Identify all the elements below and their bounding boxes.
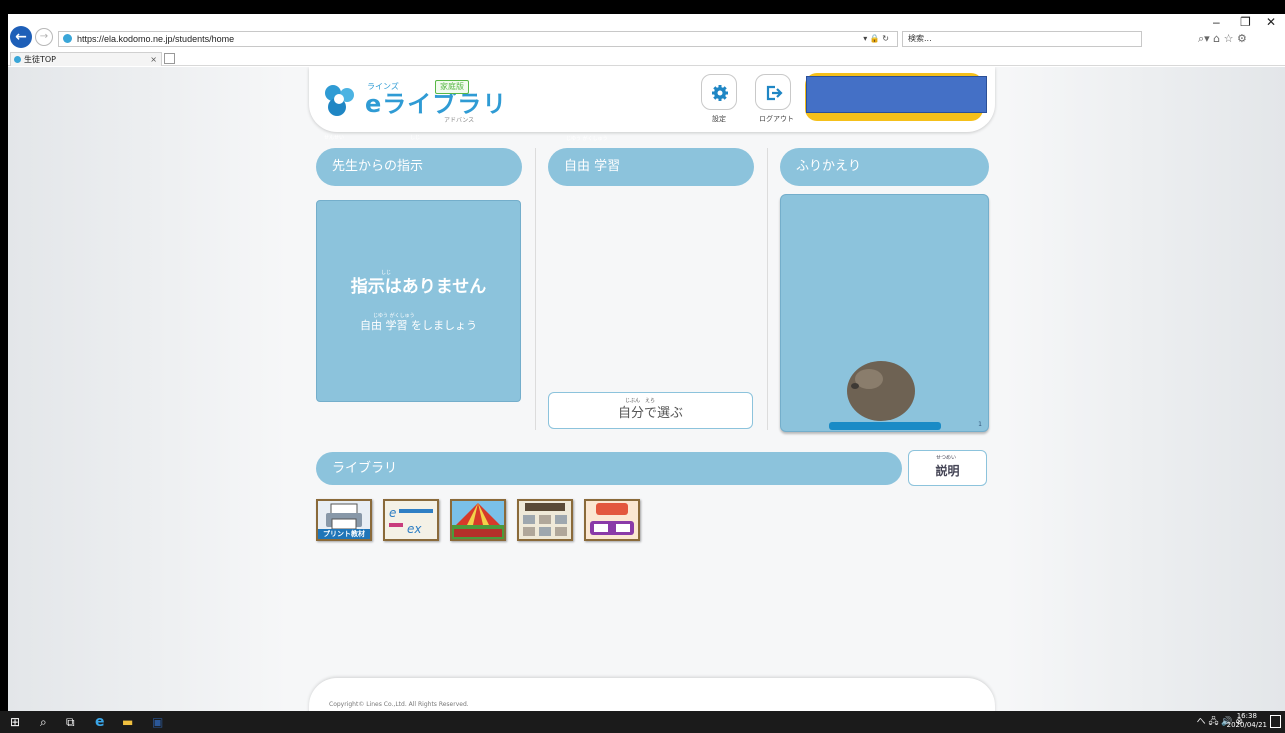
column-divider xyxy=(767,148,768,430)
svg-text:e: e xyxy=(389,506,396,520)
settings-label: 設定 xyxy=(712,115,726,123)
back-button[interactable]: ← xyxy=(10,26,32,48)
free-study-header: じゆう がくしゅう 自由 学習 xyxy=(548,136,754,186)
free-study-title: 自由 学習 xyxy=(564,159,621,174)
tab-strip: 生徒TOP × xyxy=(8,52,1285,66)
logo-subtitle: アドバンス xyxy=(444,117,475,124)
review-header: ふりかえり xyxy=(780,148,989,186)
search-placeholder: 検索... xyxy=(908,34,932,43)
url-input[interactable]: https://ela.kodomo.ne.jp/students/home ▾… xyxy=(58,31,898,47)
browser-window: ← → https://ela.kodomo.ne.jp/students/ho… xyxy=(8,14,1285,711)
library-print-materials[interactable]: プリント教材 xyxy=(316,499,372,541)
toolbar-icons[interactable]: ⌕▾ ⌂ ☆ ⚙ xyxy=(1198,32,1247,46)
free-study-ruby: じゆう がくしゅう xyxy=(566,136,608,142)
print-materials-label: プリント教材 xyxy=(318,529,370,539)
explain-ruby: せつめい xyxy=(936,455,957,461)
site-favicon-icon xyxy=(63,34,72,43)
clock-time: 16:38 xyxy=(1236,712,1257,720)
close-button[interactable]: ✕ xyxy=(1266,14,1276,30)
choose-button-label: 自分で選ぶ xyxy=(617,406,683,421)
printer-icon xyxy=(326,503,362,530)
library-e-library-handwriting[interactable]: e ex xyxy=(383,499,439,541)
notice-sub-text: 自由 学習 をしましょう xyxy=(360,319,477,332)
library-english-conversation[interactable] xyxy=(517,499,573,541)
library-supermarket-town[interactable] xyxy=(450,499,506,541)
gear-icon xyxy=(712,85,728,101)
circus-tent-icon xyxy=(452,503,504,539)
tab-close-icon[interactable]: × xyxy=(150,53,157,66)
word-icon[interactable]: ▣ xyxy=(152,714,163,730)
site-header: ラインズ eライブラリ 家庭版 アドバンス 設定 ログアウト xyxy=(309,67,995,132)
handwriting-logo-icon: e ex xyxy=(389,506,433,536)
clock[interactable]: 16:38 2020/04/21 xyxy=(1227,712,1267,730)
tab-favicon-icon xyxy=(14,56,21,63)
tab-label: 生徒TOP xyxy=(24,55,57,64)
file-explorer-icon[interactable]: ▬ xyxy=(122,714,133,730)
desktop-screen: ← → https://ela.kodomo.ne.jp/students/ho… xyxy=(0,0,1285,733)
new-tab-button[interactable] xyxy=(164,53,175,64)
choose-yourself-button[interactable]: じぶん えら 自分で選ぶ xyxy=(548,392,753,429)
logout-label: ログアウト xyxy=(759,115,794,123)
no-instructions-card: しじ 指示はありません じゆう がくしゅう 自由 学習 をしましょう xyxy=(316,200,521,402)
choose-button-ruby: じぶん えら xyxy=(625,398,656,404)
search-input[interactable]: 検索... xyxy=(902,31,1142,47)
address-bar-area: ← → https://ela.kodomo.ne.jp/students/ho… xyxy=(8,14,1285,52)
page-content: ラインズ eライブラリ 家庭版 アドバンス 設定 ログアウト せんせい しじ 先… xyxy=(8,67,1285,711)
instructions-title: 先生からの指示 xyxy=(332,159,424,174)
internet-explorer-icon[interactable]: e xyxy=(95,714,105,730)
forward-button[interactable]: → xyxy=(35,28,53,46)
kiwi-character-icon xyxy=(829,361,941,430)
copyright-text: Copyright© Lines Co.,Ltd. All Rights Res… xyxy=(329,701,469,708)
restore-button[interactable]: ❐ xyxy=(1240,14,1251,30)
start-icon[interactable]: ⊞ xyxy=(10,714,20,730)
edition-badge: 家庭版 xyxy=(435,80,469,94)
instructions-ruby-1: せんせい xyxy=(324,135,345,141)
settings-button[interactable] xyxy=(701,74,737,110)
redacted-user-name xyxy=(806,76,987,113)
task-view-icon[interactable]: ⧉ xyxy=(66,714,75,730)
explain-button[interactable]: せつめい 説明 xyxy=(908,450,987,486)
instructions-header: せんせい しじ 先生からの指示 xyxy=(316,135,522,186)
notice-sub-ruby: じゆう がくしゅう xyxy=(373,313,415,319)
clock-date: 2020/04/21 xyxy=(1226,721,1267,729)
library-header: ライブラリ xyxy=(316,452,902,485)
logout-icon xyxy=(766,85,783,101)
lock-refresh-icons[interactable]: ▾ 🔒 ↻ xyxy=(863,33,889,45)
review-page-number: 1 xyxy=(978,421,982,428)
minimize-button[interactable]: – xyxy=(1213,14,1220,30)
notice-main-text: 指示はありません xyxy=(350,277,487,297)
site-footer: Copyright© Lines Co.,Ltd. All Rights Res… xyxy=(309,678,995,711)
logo-mark-icon xyxy=(325,85,354,116)
library-title: ライブラリ xyxy=(332,461,398,476)
notice-main-ruby: しじ xyxy=(381,270,392,276)
english-conversation-icon xyxy=(523,503,567,536)
svg-text:ex: ex xyxy=(407,522,422,536)
url-text: https://ela.kodomo.ne.jp/students/home xyxy=(77,34,235,44)
library-iroiro-card[interactable] xyxy=(584,499,640,541)
iroiro-card-icon xyxy=(590,503,634,535)
explain-label: 説明 xyxy=(935,464,960,478)
column-divider xyxy=(535,148,536,430)
search-icon[interactable]: ⌕ xyxy=(40,714,47,730)
tab-student-top[interactable]: 生徒TOP × xyxy=(10,52,162,66)
logout-button[interactable] xyxy=(755,74,791,110)
windows-taskbar: ⊞ ⌕ ⧉ e ▬ ▣ へ 🖧 🔊 ⊗ 16:38 2020/04/21 xyxy=(0,711,1285,733)
instructions-ruby-2: しじ xyxy=(410,135,421,141)
review-title: ふりかえり xyxy=(796,159,862,174)
review-card[interactable]: 1 xyxy=(780,194,989,432)
notification-icon[interactable] xyxy=(1270,715,1281,728)
